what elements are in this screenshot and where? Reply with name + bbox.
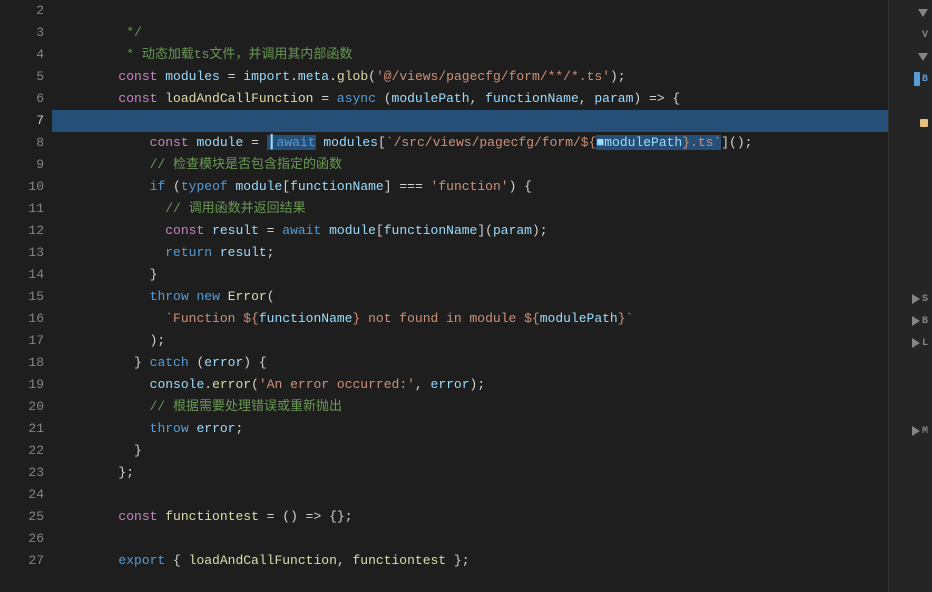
panel-row-empty4: [889, 442, 932, 464]
line-num-15: 15: [0, 286, 44, 308]
code-line-17: } catch (error) {: [52, 330, 888, 352]
code-line-10: // 调用函数并返回结果: [52, 176, 888, 198]
code-line-18: console.error('An error occurred:', erro…: [52, 352, 888, 374]
code-container: 2 3 4 5 6 7 8 9 10 11 12 13 14 15 16 17 …: [0, 0, 932, 592]
code-line-11: const result = await module[functionName…: [52, 198, 888, 220]
panel-row-7: [889, 112, 932, 134]
code-line-4: const modules = import.meta.glob('@/view…: [52, 44, 888, 66]
collapse-icon-b1[interactable]: [918, 53, 928, 61]
code-line-12: return result;: [52, 220, 888, 242]
panel-row-13: [889, 244, 932, 266]
panel-row-6: [889, 90, 932, 112]
panel-row-empty1: [889, 354, 932, 376]
line-num-2: 2: [0, 0, 44, 22]
line-num-5: 5: [0, 66, 44, 88]
code-line-23: [52, 462, 888, 484]
code-line-6: try {: [52, 88, 888, 110]
panel-row-l: L: [889, 332, 932, 354]
code-line-8: // 检查模块是否包含指定的函数: [52, 132, 888, 154]
line-numbers: 2 3 4 5 6 7 8 9 10 11 12 13 14 15 16 17 …: [0, 0, 52, 592]
expand-icon-s[interactable]: [912, 294, 920, 304]
yellow-block: [920, 119, 928, 127]
code-line-19: // 根据需要处理错误或重新抛出: [52, 374, 888, 396]
panel-row-3: V: [889, 24, 932, 46]
code-line-2: */: [52, 0, 888, 22]
code-lines[interactable]: */ * 动态加载ts文件，并调用其内部函数 const modules = i…: [52, 0, 888, 592]
code-line-27: [52, 550, 888, 572]
expand-icon-b2[interactable]: [912, 316, 920, 326]
code-line-15: `Function ${functionName} not found in m…: [52, 286, 888, 308]
panel-label-m: M: [922, 426, 928, 437]
code-line-24: const functiontest = () => {};: [52, 484, 888, 506]
code-line-3: * 动态加载ts文件，并调用其内部函数: [52, 22, 888, 44]
panel-row-s: S: [889, 288, 932, 310]
code-line-13: }: [52, 242, 888, 264]
panel-row-10: [889, 178, 932, 200]
panel-row-5: B: [889, 68, 932, 90]
code-line-7: const module = ┃await modules[`/src/view…: [52, 110, 888, 132]
panel-row-empty6: [889, 486, 932, 508]
panel-row-14: [889, 266, 932, 288]
panel-row-empty2: [889, 376, 932, 398]
code-line-20: throw error;: [52, 396, 888, 418]
code-line-21: }: [52, 418, 888, 440]
code-line-25: [52, 506, 888, 528]
panel-row-11: [889, 200, 932, 222]
line-num-6: 6: [0, 88, 44, 110]
panel-row-8: [889, 134, 932, 156]
right-panel: V B: [888, 0, 932, 592]
code-line-22: };: [52, 440, 888, 462]
line-num-8: 8: [0, 132, 44, 154]
panel-row-12: [889, 222, 932, 244]
panel-label-v: V: [922, 30, 928, 41]
line-num-9: 9: [0, 154, 44, 176]
expand-icon-l[interactable]: [912, 338, 920, 348]
code-line-26: export { loadAndCallFunction, functionte…: [52, 528, 888, 550]
line-num-25: 25: [0, 506, 44, 528]
code-line-16: );: [52, 308, 888, 330]
line-num-26: 26: [0, 528, 44, 550]
panel-row-b2: B: [889, 310, 932, 332]
panel-row-empty3: [889, 398, 932, 420]
panel-row-2: [889, 2, 932, 24]
line-num-7: 7: [0, 110, 44, 132]
line-num-24: 24: [0, 484, 44, 506]
line-num-16: 16: [0, 308, 44, 330]
line-num-22: 22: [0, 440, 44, 462]
panel-row-9: [889, 156, 932, 178]
line-num-11: 11: [0, 198, 44, 220]
code-line-9: if (typeof module[functionName] === 'fun…: [52, 154, 888, 176]
panel-row-4: [889, 46, 932, 68]
panel-label-s: S: [922, 294, 928, 305]
line-num-17: 17: [0, 330, 44, 352]
panel-label-l: L: [922, 338, 928, 349]
line-num-14: 14: [0, 264, 44, 286]
line-num-13: 13: [0, 242, 44, 264]
panel-row-m: M: [889, 420, 932, 442]
panel-label-b: B: [922, 74, 928, 85]
line-num-21: 21: [0, 418, 44, 440]
line-num-3: 3: [0, 22, 44, 44]
line-num-27: 27: [0, 550, 44, 572]
panel-row-empty7: [889, 508, 932, 530]
line-num-4: 4: [0, 44, 44, 66]
line-num-18: 18: [0, 352, 44, 374]
block-blue-indicator: [914, 72, 920, 86]
line-num-20: 20: [0, 396, 44, 418]
line-num-10: 10: [0, 176, 44, 198]
expand-icon-m[interactable]: [912, 426, 920, 436]
code-line-5: const loadAndCallFunction = async (modul…: [52, 66, 888, 88]
editor-area: 2 3 4 5 6 7 8 9 10 11 12 13 14 15 16 17 …: [0, 0, 932, 592]
code-line-14: throw new Error(: [52, 264, 888, 286]
line-num-12: 12: [0, 220, 44, 242]
panel-label-b2: B: [922, 316, 928, 327]
line-num-19: 19: [0, 374, 44, 396]
collapse-icon-v[interactable]: [918, 9, 928, 17]
line-num-23: 23: [0, 462, 44, 484]
panel-row-empty5: [889, 464, 932, 486]
